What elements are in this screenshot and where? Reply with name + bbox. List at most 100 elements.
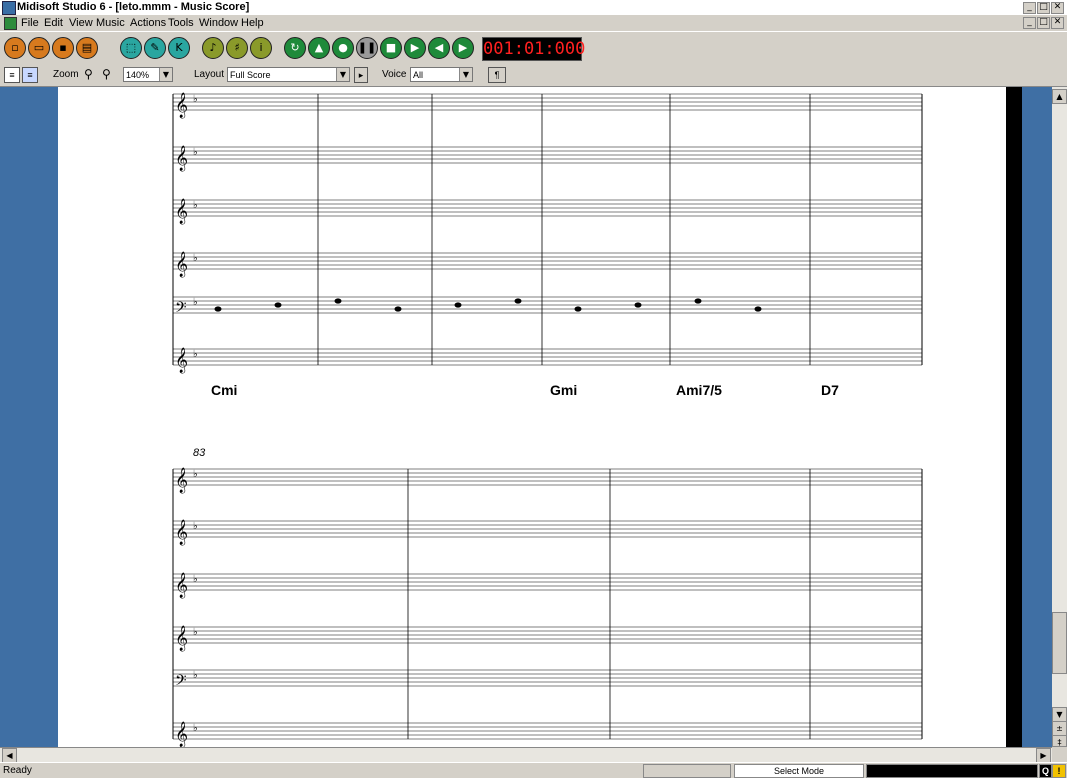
zoom-select[interactable]: 140% ▼ bbox=[123, 67, 173, 82]
menu-tools[interactable]: Tools bbox=[168, 17, 194, 29]
chevron-down-icon[interactable]: ▼ bbox=[159, 68, 172, 81]
measure-number: 83 bbox=[193, 447, 206, 459]
bass-clef-icon: 𝄢 bbox=[175, 672, 187, 692]
info-icon[interactable]: i bbox=[250, 37, 272, 59]
zoom-in-icon[interactable]: ⚲ bbox=[102, 67, 111, 81]
scroll-up-icon[interactable]: ▲ bbox=[1052, 89, 1067, 104]
pause-icon[interactable]: ❚❚ bbox=[356, 37, 378, 59]
open-folder-icon[interactable]: ▭ bbox=[28, 37, 50, 59]
horizontal-scrollbar[interactable]: ◀ ▶ bbox=[0, 747, 1052, 763]
treble-clef-icon: 𝄞 bbox=[175, 625, 188, 651]
notehead[interactable] bbox=[394, 306, 402, 312]
scroll-view-icon[interactable]: ≡ bbox=[22, 67, 38, 83]
layout-label: Layout bbox=[194, 69, 225, 80]
treble-clef-icon: 𝄞 bbox=[175, 721, 188, 747]
time-display: 001:01:000 bbox=[482, 37, 586, 61]
chevron-down-icon[interactable]: ▼ bbox=[336, 68, 349, 81]
page-down-icon[interactable]: ‡ bbox=[1052, 735, 1067, 747]
chord-symbol: Gmi bbox=[550, 382, 577, 398]
notehead[interactable] bbox=[454, 302, 462, 308]
layout-value: Full Score bbox=[230, 70, 271, 80]
treble-clef-icon: 𝄞 bbox=[175, 145, 188, 171]
status-mode: Select Mode bbox=[734, 764, 864, 778]
rewind-icon[interactable]: ◀ bbox=[428, 37, 450, 59]
page-up-icon[interactable]: ± bbox=[1052, 721, 1067, 736]
status-panel bbox=[643, 764, 731, 778]
pencil-tool-icon[interactable]: ✎ bbox=[144, 37, 166, 59]
flat-icon: ♭ bbox=[193, 147, 198, 158]
main-toolbar: ▫ ▭ ▪ ▤ ⬚ ✎ K ♪ ♯ i ↻ ▲ ● ❚❚ ■ ▶ ◀ ▶ 001… bbox=[0, 31, 1067, 65]
voice-label: Voice bbox=[382, 69, 407, 80]
treble-clef-icon: 𝄞 bbox=[175, 198, 188, 224]
app-icon[interactable] bbox=[2, 1, 16, 15]
flat-icon: ♭ bbox=[193, 94, 198, 105]
new-file-icon[interactable]: ▫ bbox=[4, 37, 26, 59]
flat-icon: ♭ bbox=[193, 200, 198, 211]
scroll-down-icon[interactable]: ▼ bbox=[1052, 707, 1067, 722]
doc-close-button[interactable]: ✕ bbox=[1051, 17, 1064, 29]
menu-help[interactable]: Help bbox=[241, 17, 264, 29]
score-page[interactable]: 𝄞 ♭ 𝄞 ♭ 𝄞 ♭ 𝄞 ♭ 𝄢 ♭ 𝄞 ♭ 𝄞 ♭ 𝄞 ♭ 𝄞 ♭ 𝄞 ♭ 𝄢 ♭ 𝄞 ♭ Cmi Gmi Ami7/5 … bbox=[58, 87, 1006, 747]
view-toolbar: ≡ ≡ Zoom ⚲ ⚲ 140% ▼ Layout Full Score ▼ … bbox=[0, 64, 1067, 87]
layout-next-icon[interactable]: ▸ bbox=[354, 67, 368, 83]
doc-restore-button[interactable]: □ bbox=[1037, 17, 1050, 29]
document-icon[interactable] bbox=[4, 17, 17, 30]
fast-forward-icon[interactable]: ▶ bbox=[452, 37, 474, 59]
menu-edit[interactable]: Edit bbox=[44, 17, 63, 29]
status-bar: Ready Select Mode Q ! bbox=[0, 762, 1067, 778]
note-tool-icon[interactable]: ♪ bbox=[202, 37, 224, 59]
notehead[interactable] bbox=[214, 306, 222, 312]
layout-select[interactable]: Full Score ▼ bbox=[227, 67, 350, 82]
save-icon[interactable]: ▪ bbox=[52, 37, 74, 59]
key-tool-icon[interactable]: K bbox=[168, 37, 190, 59]
menu-window[interactable]: Window bbox=[199, 17, 238, 29]
notehead[interactable] bbox=[694, 298, 702, 304]
print-icon[interactable]: ▤ bbox=[76, 37, 98, 59]
close-button[interactable]: ✕ bbox=[1051, 2, 1064, 14]
notehead[interactable] bbox=[754, 306, 762, 312]
score-canvas[interactable]: 𝄞 ♭ 𝄞 ♭ 𝄞 ♭ 𝄞 ♭ 𝄢 ♭ 𝄞 ♭ 𝄞 ♭ 𝄞 ♭ 𝄞 ♭ 𝄞 ♭ 𝄢 ♭ 𝄞 ♭ Cmi Gmi Ami7/5 … bbox=[0, 87, 1052, 747]
paragraph-icon[interactable]: ¶ bbox=[488, 67, 506, 83]
treble-clef-icon: 𝄞 bbox=[175, 519, 188, 545]
notehead[interactable] bbox=[514, 298, 522, 304]
loop-icon[interactable]: ↻ bbox=[284, 37, 306, 59]
stop-icon[interactable]: ■ bbox=[380, 37, 402, 59]
metronome-icon[interactable]: ▲ bbox=[308, 37, 330, 59]
treble-clef-icon: 𝄞 bbox=[175, 92, 188, 118]
treble-clef-icon: 𝄞 bbox=[175, 572, 188, 598]
menu-view[interactable]: View bbox=[69, 17, 93, 29]
voice-select[interactable]: All ▼ bbox=[410, 67, 473, 82]
chord-symbol: Cmi bbox=[211, 382, 237, 398]
flat-icon: ♭ bbox=[193, 521, 198, 532]
notehead[interactable] bbox=[334, 298, 342, 304]
zoom-out-icon[interactable]: ⚲ bbox=[84, 67, 93, 81]
notehead[interactable] bbox=[574, 306, 582, 312]
select-tool-icon[interactable]: ⬚ bbox=[120, 37, 142, 59]
notehead[interactable] bbox=[274, 302, 282, 308]
scroll-right-icon[interactable]: ▶ bbox=[1036, 748, 1051, 763]
chord-symbol: Ami7/5 bbox=[676, 382, 722, 398]
maximize-button[interactable]: □ bbox=[1037, 2, 1050, 14]
vertical-scrollbar[interactable]: ▲ ▼ ± ‡ bbox=[1052, 87, 1067, 747]
page-edge bbox=[1006, 87, 1022, 747]
flat-icon: ♭ bbox=[193, 253, 198, 264]
minimize-button[interactable]: _ bbox=[1023, 2, 1036, 14]
treble-clef-icon: 𝄞 bbox=[175, 347, 188, 373]
scroll-left-icon[interactable]: ◀ bbox=[2, 748, 17, 763]
transpose-icon[interactable]: ♯ bbox=[226, 37, 248, 59]
record-icon[interactable]: ● bbox=[332, 37, 354, 59]
music-score[interactable]: 𝄞 ♭𝄞 ♭𝄞 ♭𝄞 ♭𝄢 ♭𝄞 ♭𝄞 ♭𝄞 ♭𝄞 ♭𝄞 ♭𝄢 ♭𝄞 ♭ Cmi Gmi Ami7/5 … bbox=[58, 87, 1006, 747]
notehead[interactable] bbox=[634, 302, 642, 308]
flat-icon: ♭ bbox=[193, 469, 198, 480]
flat-icon: ♭ bbox=[193, 349, 198, 360]
doc-minimize-button[interactable]: _ bbox=[1023, 17, 1036, 29]
menu-actions[interactable]: Actions bbox=[130, 17, 166, 29]
page-view-icon[interactable]: ≡ bbox=[4, 67, 20, 83]
menu-file[interactable]: File bbox=[21, 17, 39, 29]
scroll-thumb[interactable] bbox=[1052, 612, 1067, 674]
treble-clef-icon: 𝄞 bbox=[175, 251, 188, 277]
chord-symbol: D7 bbox=[821, 382, 839, 398]
menu-music[interactable]: Music bbox=[96, 17, 125, 29]
chevron-down-icon[interactable]: ▼ bbox=[459, 68, 472, 81]
play-icon[interactable]: ▶ bbox=[404, 37, 426, 59]
